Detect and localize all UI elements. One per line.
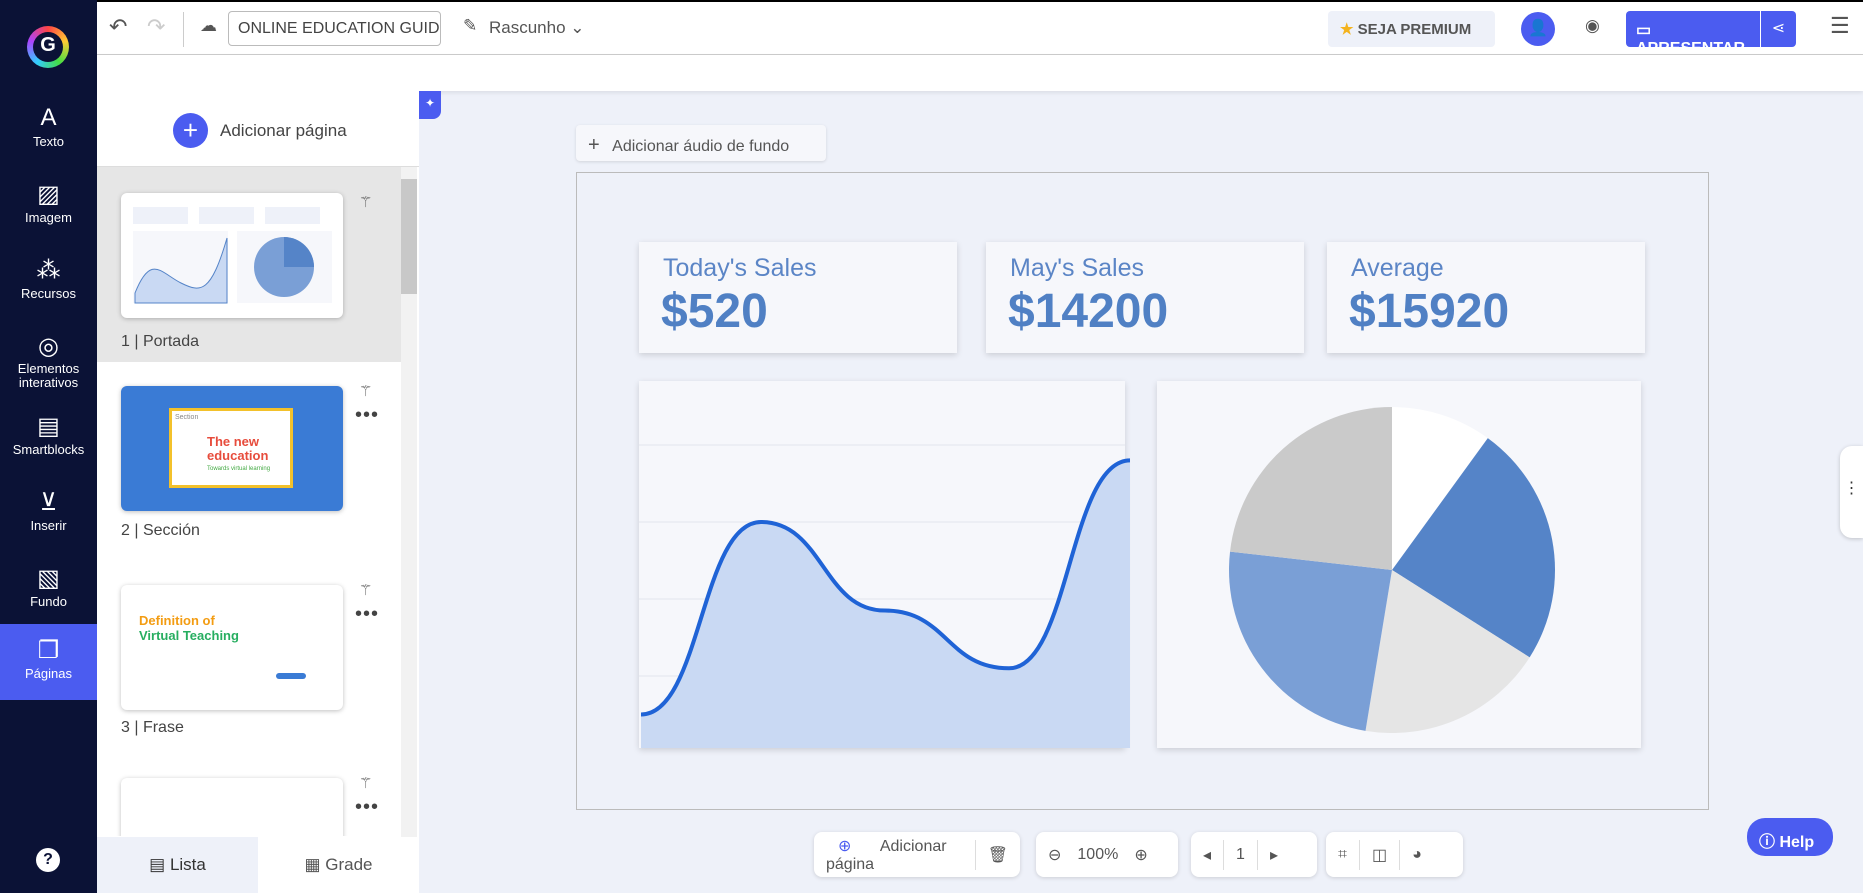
zoom-group: ⊖ 100% ⊕ — [1036, 832, 1178, 877]
tab-grid[interactable]: ▦ Grade — [258, 837, 419, 893]
fit-screen-icon[interactable]: ⌗ — [1326, 846, 1359, 864]
more-options-icon[interactable]: ••• — [355, 404, 379, 427]
stat-card: Today's Sales $520 — [639, 242, 957, 353]
sidebar-item-background[interactable]: ▧ Fundo — [0, 552, 97, 628]
menu-icon[interactable]: ☰ — [1830, 13, 1850, 39]
add-user-icon: 👤 — [1528, 20, 1548, 37]
area-chart-svg — [639, 444, 1131, 749]
more-options-icon[interactable]: ••• — [355, 796, 379, 819]
pin-icon[interactable]: ✦ — [419, 91, 441, 119]
status-dropdown[interactable]: Rascunho ⌄ — [489, 18, 585, 38]
chevron-down-icon: ⌄ — [570, 18, 585, 37]
page-label: 1 | Portada — [121, 333, 199, 350]
magic-wand-icon[interactable]: ⚚ — [359, 193, 372, 211]
bottom-add-page-group: ⊕ Adicionar página 🗑 — [814, 832, 1020, 877]
pages-panel: + Adicionar página ⚚ 1 | Portada Section … — [97, 91, 419, 893]
sidebar-item-resources[interactable]: ⁂ Recursos — [0, 244, 97, 320]
pie-chart-svg — [1229, 407, 1555, 733]
present-icon: ▭ — [1636, 22, 1652, 39]
pie-chart — [1157, 381, 1641, 748]
page-number[interactable]: 1 — [1224, 846, 1257, 864]
zoom-level: 100% — [1077, 845, 1119, 863]
page-thumbnail: Section The new education Towards virtual… — [121, 386, 343, 511]
magic-wand-icon[interactable]: ⚚ — [359, 774, 372, 792]
app-logo[interactable]: G — [27, 26, 69, 68]
pages-icon: ❐ — [37, 637, 60, 664]
stat-card: Average $15920 — [1327, 242, 1645, 353]
sidebar: G A Texto ▨ Imagem ⁂ Recursos ◎ Elementos in… — [0, 0, 97, 893]
help-icon[interactable]: ? — [36, 848, 60, 872]
page-item-3[interactable]: Definition of Virtual Teaching ⚚ ••• 3 | … — [97, 561, 401, 756]
share-icon: ⋖ — [1771, 20, 1786, 37]
text-icon: A — [40, 104, 57, 131]
zoom-in-icon[interactable]: ⊕ — [1122, 845, 1159, 865]
page-item-4[interactable]: ⚚ ••• — [97, 756, 401, 836]
page-nav-group: ◂ 1 ▸ — [1191, 832, 1317, 877]
plus-circle-icon: ⊕ — [838, 837, 852, 855]
area-chart — [639, 381, 1131, 749]
plus-icon: + — [173, 113, 208, 148]
page-label: 3 | Frase — [121, 719, 184, 736]
pie-slice — [1229, 551, 1392, 731]
magic-wand-icon[interactable]: ⚚ — [359, 581, 372, 599]
add-user-button[interactable]: 👤 — [1521, 12, 1555, 46]
palette-icon[interactable]: ◕ — [1400, 846, 1434, 864]
view-tools-group: ⌗ ◫ ◕ — [1326, 832, 1463, 877]
page-thumbnail: Definition of Virtual Teaching — [121, 585, 343, 710]
split-view-icon[interactable]: ◫ — [1360, 845, 1399, 865]
next-page-icon[interactable]: ▸ — [1258, 845, 1290, 865]
sidebar-item-text[interactable]: A Texto — [0, 92, 97, 168]
page-label: 2 | Sección — [121, 522, 200, 539]
add-page-button[interactable]: + Adicionar página — [173, 113, 347, 148]
more-options-icon[interactable]: ••• — [355, 603, 379, 626]
sidebar-item-pages[interactable]: ❐ Páginas — [0, 624, 97, 700]
question-icon: ⓘ — [1759, 834, 1776, 851]
secondary-toolbar — [97, 55, 1863, 91]
add-audio-button[interactable]: + Adicionar áudio de fundo — [576, 125, 826, 161]
tab-list[interactable]: ▤ Lista — [97, 837, 258, 893]
background-icon: ▧ — [37, 565, 60, 592]
page-thumbnail — [121, 778, 343, 836]
zoom-out-icon[interactable]: ⊖ — [1036, 845, 1073, 865]
smartblocks-icon: ▤ — [37, 413, 60, 440]
resources-icon: ⁂ — [36, 257, 61, 284]
present-button[interactable]: ▭ APRESENTAR — [1626, 11, 1760, 57]
scrollbar[interactable] — [401, 167, 417, 837]
preview-eye-icon[interactable]: ◉ — [1585, 16, 1600, 36]
delete-page-icon[interactable]: 🗑 — [976, 845, 1020, 865]
prev-page-icon[interactable]: ◂ — [1191, 845, 1223, 865]
help-button[interactable]: ⓘ Help — [1747, 818, 1833, 856]
pencil-icon: ✎ — [463, 16, 478, 35]
sidebar-item-interactive[interactable]: ◎ Elementos interativos — [0, 320, 97, 402]
title-input[interactable]: ONLINE EDUCATION GUIDE — [228, 11, 441, 46]
insert-icon: ⊻ — [39, 489, 58, 516]
cloud-save-icon: ☁ — [200, 16, 217, 35]
list-icon: ▤ — [149, 855, 166, 874]
grid-icon: ▦ — [304, 855, 321, 874]
plus-icon: + — [588, 134, 600, 156]
page-thumbnail — [121, 193, 343, 318]
magic-wand-icon[interactable]: ⚚ — [359, 382, 372, 400]
sidebar-item-image[interactable]: ▨ Imagem — [0, 168, 97, 244]
sidebar-item-smartblocks[interactable]: ▤ Smartblocks — [0, 400, 97, 476]
stat-card: May's Sales $14200 — [986, 242, 1304, 353]
interactive-icon: ◎ — [38, 333, 59, 360]
page-item-2[interactable]: Section The new education Towards virtual… — [97, 362, 401, 557]
add-page-bottom-button[interactable]: ⊕ Adicionar página — [814, 836, 975, 874]
star-icon: ★ — [1340, 21, 1354, 38]
side-options-handle[interactable]: ⋮ — [1840, 446, 1863, 538]
share-button[interactable]: ⋖ — [1761, 11, 1796, 47]
premium-button[interactable]: ★ SEJA PREMIUM — [1328, 11, 1495, 47]
image-icon: ▨ — [37, 181, 60, 208]
undo-icon[interactable]: ↶ — [109, 14, 127, 40]
top-toolbar: ↶ ↷ ☁ ONLINE EDUCATION GUIDE ✎ Rascunho … — [97, 0, 1863, 57]
page-item-1[interactable]: ⚚ 1 | Portada — [97, 167, 401, 362]
redo-icon[interactable]: ↷ — [147, 14, 165, 40]
sidebar-item-insert[interactable]: ⊻ Inserir — [0, 476, 97, 552]
pie-slice — [1230, 407, 1392, 570]
